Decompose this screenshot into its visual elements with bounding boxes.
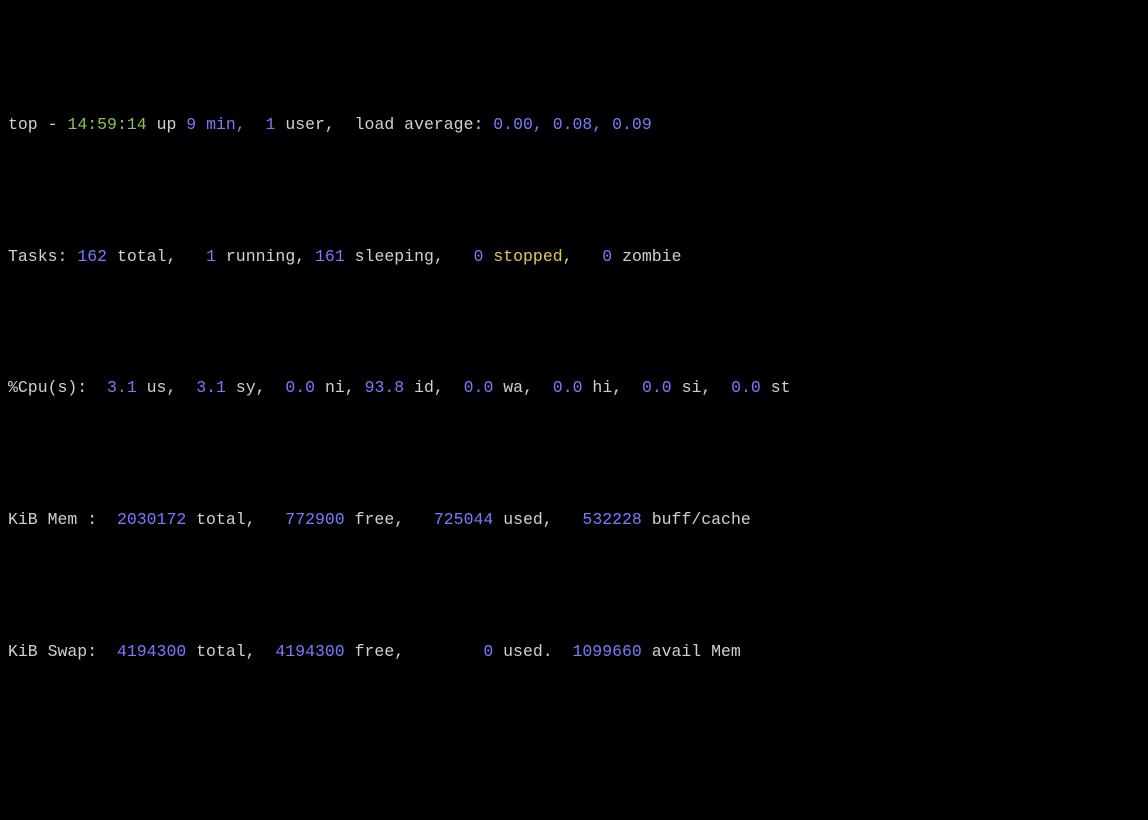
tasks-line: Tasks: 162 total, 1 running, 161 sleepin…	[8, 244, 1140, 270]
swap-avail: 1099660	[572, 642, 641, 661]
mem-used: 725044	[434, 510, 493, 529]
tasks-total: 162	[77, 247, 107, 266]
time-value: 14:59:14	[67, 115, 146, 134]
mem-total: 2030172	[117, 510, 186, 529]
swap-total: 4194300	[117, 642, 186, 661]
loadavg-value: 0.00, 0.08, 0.09	[493, 115, 651, 134]
swap-free: 4194300	[275, 642, 344, 661]
cpu-wa: 0.0	[464, 378, 494, 397]
cpu-si: 0.0	[642, 378, 672, 397]
up-label: up	[157, 115, 177, 134]
tasks-stopped: 0	[474, 247, 484, 266]
tasks-sleeping: 161	[315, 247, 345, 266]
swap-used: 0	[483, 642, 493, 661]
swap-line: KiB Swap: 4194300 total, 4194300 free, 0…	[8, 639, 1140, 665]
cpu-id: 93.8	[365, 378, 405, 397]
mem-label: KiB Mem :	[8, 510, 97, 529]
cpu-label: %Cpu(s):	[8, 378, 87, 397]
mem-free: 772900	[285, 510, 344, 529]
top-label: top	[8, 115, 38, 134]
cpu-ni: 0.0	[285, 378, 315, 397]
swap-label: KiB Swap:	[8, 642, 97, 661]
users-label: user,	[285, 115, 335, 134]
tasks-label: Tasks:	[8, 247, 67, 266]
terminal[interactable]: top - 14:59:14 up 9 min, 1 user, load av…	[0, 0, 1148, 820]
users-count: 1	[266, 115, 276, 134]
summary-line-1: top - 14:59:14 up 9 min, 1 user, load av…	[8, 112, 1140, 138]
cpu-line: %Cpu(s): 3.1 us, 3.1 sy, 0.0 ni, 93.8 id…	[8, 375, 1140, 401]
tasks-zombie: 0	[602, 247, 612, 266]
cpu-sy: 3.1	[196, 378, 226, 397]
cpu-hi: 0.0	[553, 378, 583, 397]
mem-buff: 532228	[582, 510, 641, 529]
loadavg-label: load average:	[355, 115, 484, 134]
tasks-running: 1	[206, 247, 216, 266]
mem-line: KiB Mem : 2030172 total, 772900 free, 72…	[8, 507, 1140, 533]
cpu-st: 0.0	[731, 378, 761, 397]
uptime-value: 9 min,	[186, 115, 245, 134]
cpu-us: 3.1	[107, 378, 137, 397]
